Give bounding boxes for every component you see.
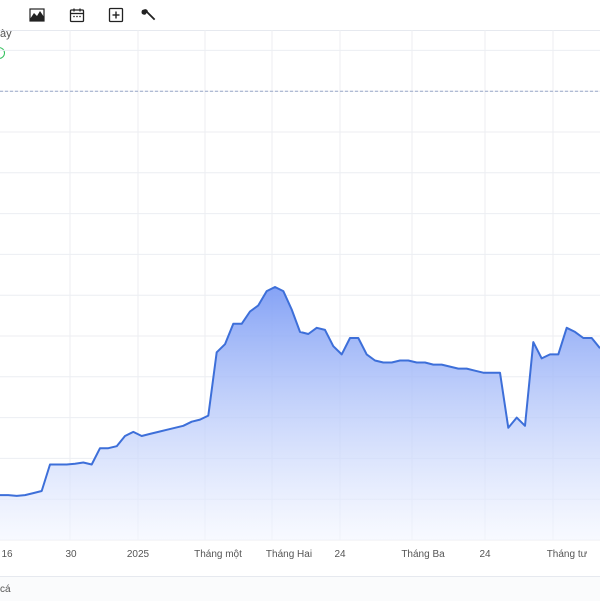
data-point <box>557 353 560 356</box>
data-point <box>82 461 85 464</box>
data-point <box>574 330 577 333</box>
data-point <box>140 435 143 438</box>
calendar-icon[interactable] <box>67 5 87 25</box>
data-point <box>40 490 43 493</box>
data-point <box>182 424 185 427</box>
data-point <box>207 414 210 417</box>
data-point <box>32 492 35 495</box>
footer-text: cá <box>0 584 11 595</box>
data-point <box>115 445 118 448</box>
data-point <box>324 328 327 331</box>
data-point <box>124 435 127 438</box>
data-point <box>507 426 510 429</box>
data-point <box>549 353 552 356</box>
x-tick-label: Tháng Ba <box>401 549 445 560</box>
data-point <box>590 337 593 340</box>
x-axis: 16 30 2025 Tháng một Tháng Hai 24 Tháng Ba 24 Th… <box>1 549 587 560</box>
data-point <box>290 308 293 311</box>
data-point <box>332 345 335 348</box>
data-point <box>49 463 52 466</box>
data-point <box>415 361 418 364</box>
data-point <box>390 361 393 364</box>
data-point <box>99 447 102 450</box>
chart-svg: 16 30 2025 Tháng một Tháng Hai 24 Tháng Ba 24 Th… <box>0 30 600 575</box>
x-tick-label: 16 <box>1 549 13 560</box>
area-chart-icon[interactable] <box>27 5 47 25</box>
data-point <box>499 371 502 374</box>
data-point <box>224 343 227 346</box>
data-point <box>565 326 568 329</box>
data-point <box>65 463 68 466</box>
data-point <box>524 424 527 427</box>
data-point <box>340 353 343 356</box>
data-point <box>199 418 202 421</box>
data-point <box>457 367 460 370</box>
price-chart[interactable]: 16 30 2025 Tháng một Tháng Hai 24 Tháng Ba 24 Th… <box>0 30 600 575</box>
chart-toolbar <box>0 0 600 31</box>
wrench-icon[interactable] <box>139 5 159 25</box>
data-point <box>515 416 518 419</box>
data-point <box>132 430 135 433</box>
data-point <box>465 367 468 370</box>
data-point <box>232 322 235 325</box>
data-point <box>482 371 485 374</box>
x-tick-label: 2025 <box>127 549 150 560</box>
data-point <box>190 420 193 423</box>
data-point <box>7 494 10 497</box>
data-point <box>299 330 302 333</box>
x-tick-label: 30 <box>65 549 77 560</box>
data-point <box>249 310 252 313</box>
data-point <box>490 371 493 374</box>
add-box-icon[interactable] <box>106 5 126 25</box>
data-point <box>432 363 435 366</box>
x-tick-label: Tháng tư <box>547 549 588 560</box>
data-point <box>315 326 318 329</box>
data-point <box>407 359 410 362</box>
data-point <box>257 304 260 307</box>
data-point <box>582 337 585 340</box>
data-point <box>57 463 60 466</box>
x-tick-label: Tháng một <box>194 549 242 560</box>
x-tick-label: Tháng Hai <box>266 549 312 560</box>
data-point <box>349 337 352 340</box>
data-point <box>307 333 310 336</box>
data-point <box>265 290 268 293</box>
data-point <box>282 290 285 293</box>
data-point <box>149 432 152 435</box>
data-point <box>374 359 377 362</box>
data-point <box>15 494 18 497</box>
data-point <box>240 322 243 325</box>
data-point <box>107 447 110 450</box>
data-point <box>157 430 160 433</box>
data-point <box>90 463 93 466</box>
series-area <box>0 287 600 540</box>
data-point <box>365 353 368 356</box>
data-point <box>474 369 477 372</box>
data-point <box>357 337 360 340</box>
data-point <box>165 428 168 431</box>
data-point <box>174 426 177 429</box>
data-point <box>449 365 452 368</box>
data-point <box>440 363 443 366</box>
x-tick-label: 24 <box>479 549 491 560</box>
x-tick-label: 24 <box>334 549 346 560</box>
data-point <box>540 357 543 360</box>
data-point <box>24 494 27 497</box>
chart-footer: cá <box>0 576 600 601</box>
data-point <box>424 361 427 364</box>
data-point <box>382 361 385 364</box>
data-point <box>215 351 218 354</box>
data-point <box>74 462 77 465</box>
data-point <box>532 341 535 344</box>
data-point <box>274 286 277 289</box>
data-point <box>399 359 402 362</box>
